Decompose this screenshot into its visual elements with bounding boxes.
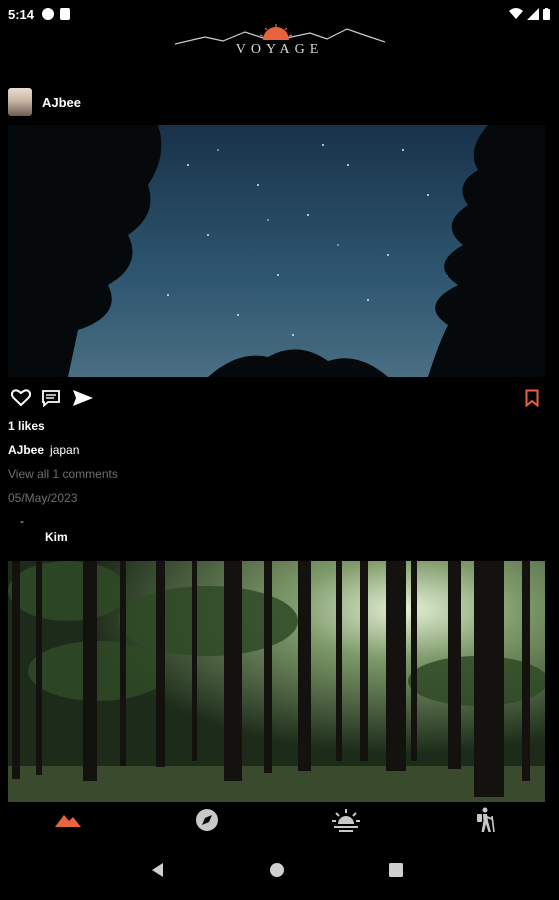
post-header[interactable]: AJbee <box>8 88 81 116</box>
bottom-navigation <box>0 802 559 838</box>
bookmark-icon <box>525 389 539 407</box>
night-sky-forest-image <box>8 125 545 377</box>
back-triangle-icon <box>152 863 163 877</box>
like-button[interactable] <box>8 386 34 410</box>
send-icon <box>73 390 93 406</box>
status-left-icons <box>42 8 70 20</box>
post-username-2[interactable]: Kim <box>45 530 68 544</box>
avatar[interactable] <box>8 88 32 116</box>
sunrise-icon <box>332 809 360 832</box>
post-caption: AJbee japan <box>8 443 79 457</box>
signal-icon <box>527 8 539 20</box>
avatar-placeholder: - <box>20 514 24 528</box>
mountains-icon <box>55 815 81 827</box>
app-header: VOYAGE <box>0 24 559 68</box>
logo-text: VOYAGE <box>235 42 324 57</box>
hiker-icon <box>477 807 495 833</box>
back-button[interactable] <box>148 860 168 880</box>
post-username[interactable]: AJbee <box>42 95 81 110</box>
nav-compass[interactable] <box>191 806 223 834</box>
post-date: 05/May/2023 <box>8 491 78 505</box>
wifi-icon <box>509 8 523 19</box>
bookmark-button[interactable] <box>519 386 545 410</box>
caption-username[interactable]: AJbee <box>8 443 44 457</box>
post-actions <box>8 386 545 412</box>
caption-text: japan <box>50 443 80 457</box>
home-circle-icon <box>270 863 284 877</box>
nav-weather[interactable] <box>330 806 362 834</box>
compass-icon <box>196 809 218 831</box>
notification-icon <box>42 8 54 20</box>
post-image[interactable] <box>8 125 545 377</box>
battery-icon <box>543 8 550 20</box>
system-navigation <box>0 846 559 894</box>
home-button[interactable] <box>267 860 287 880</box>
heart-icon <box>11 389 31 407</box>
forest-image <box>8 561 545 802</box>
nav-explore[interactable] <box>52 806 84 834</box>
share-button[interactable] <box>70 386 96 410</box>
comment-icon <box>42 390 60 407</box>
status-time: 5:14 <box>8 7 35 22</box>
nav-hiking[interactable] <box>469 806 501 834</box>
post-image-2[interactable] <box>8 561 545 802</box>
view-comments-link[interactable]: View all 1 comments <box>8 467 118 481</box>
likes-count: 1 likes <box>8 419 45 433</box>
recents-square-icon <box>389 863 403 877</box>
comment-button[interactable] <box>38 386 64 410</box>
status-right-icons <box>509 8 550 20</box>
sim-icon <box>60 8 70 20</box>
recents-button[interactable] <box>386 860 406 880</box>
